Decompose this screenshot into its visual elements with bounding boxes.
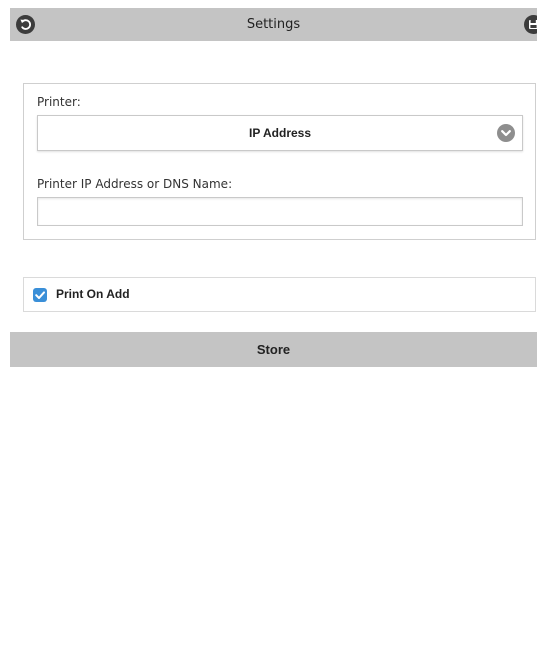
printer-ip-label: Printer IP Address or DNS Name: [37,177,233,191]
printer-settings-panel: Printer: IP Address Printer IP Address o… [23,83,536,240]
chevron-down-icon [497,124,515,142]
print-on-add-label: Print On Add [56,287,130,301]
settings-page: Settings Printer: IP Address Printer IP … [0,0,537,645]
floppy-disk-icon[interactable] [524,15,537,34]
store-button[interactable]: Store [10,332,537,367]
header-bar: Settings [10,8,537,41]
printer-type-selected-value: IP Address [248,126,312,140]
printer-type-select[interactable]: IP Address [37,115,523,151]
page-title: Settings [246,17,301,32]
printer-ip-input[interactable] [37,197,523,226]
print-on-add-checkbox[interactable] [33,288,47,302]
printer-label: Printer: [37,95,81,109]
print-on-add-row[interactable]: Print On Add [23,277,536,312]
